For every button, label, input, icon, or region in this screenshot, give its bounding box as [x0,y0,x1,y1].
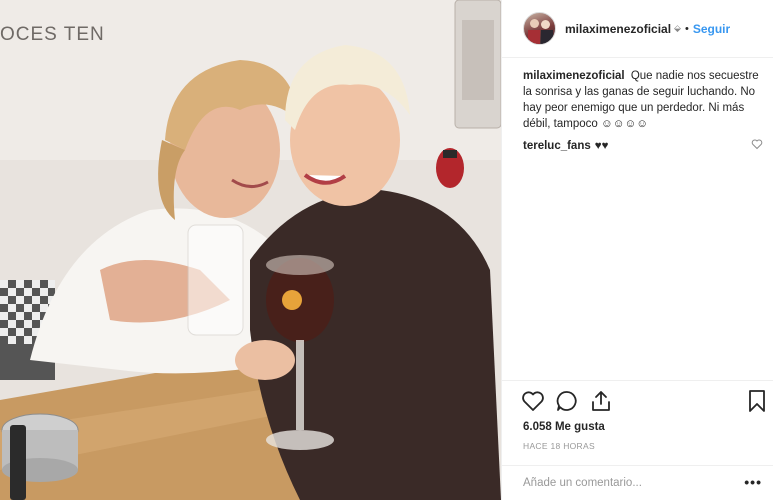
comment-bubble-icon[interactable] [555,389,579,413]
comment-like-heart-icon[interactable] [751,138,763,150]
comment-item: tereluc_fans ♥♥ [523,138,763,154]
comment-input[interactable]: Añade un comentario... [523,477,642,489]
caption-username[interactable]: milaximenezoficial [523,70,625,82]
save-bookmark-icon[interactable] [745,389,769,413]
separator-dot: • [684,22,689,35]
post-photo[interactable]: OCES TEN [0,0,501,500]
avatar[interactable] [523,12,556,45]
post-timestamp[interactable]: HACE 18 HORAS [523,441,595,451]
post-header: milaximenezoficial ⬙ • Seguir [502,0,773,58]
comments-list: milaximenezoficial Que nadie nos secuest… [523,68,763,154]
wall-sign-text: OCES TEN [0,24,105,45]
post-actions: 6.058 Me gusta HACE 18 HORAS Añade un co… [502,380,773,500]
follow-button[interactable]: Seguir [693,22,730,36]
action-icons-row [521,389,765,415]
post-side-panel: milaximenezoficial ⬙ • Seguir milaximene… [501,0,773,500]
likes-count[interactable]: 6.058 Me gusta [523,421,605,433]
post-caption: milaximenezoficial Que nadie nos secuest… [523,68,763,132]
comment-username[interactable]: tereluc_fans [523,138,591,154]
photo-illustration [0,0,501,500]
comment-text: ♥♥ [594,140,609,152]
header-username[interactable]: milaximenezoficial [565,22,671,36]
share-icon[interactable] [589,389,613,413]
verified-icon: ⬙ [674,23,681,33]
more-options-button[interactable]: ••• [744,474,762,490]
add-comment-bar: Añade un comentario... ••• [502,465,773,500]
like-heart-icon[interactable] [521,389,545,413]
